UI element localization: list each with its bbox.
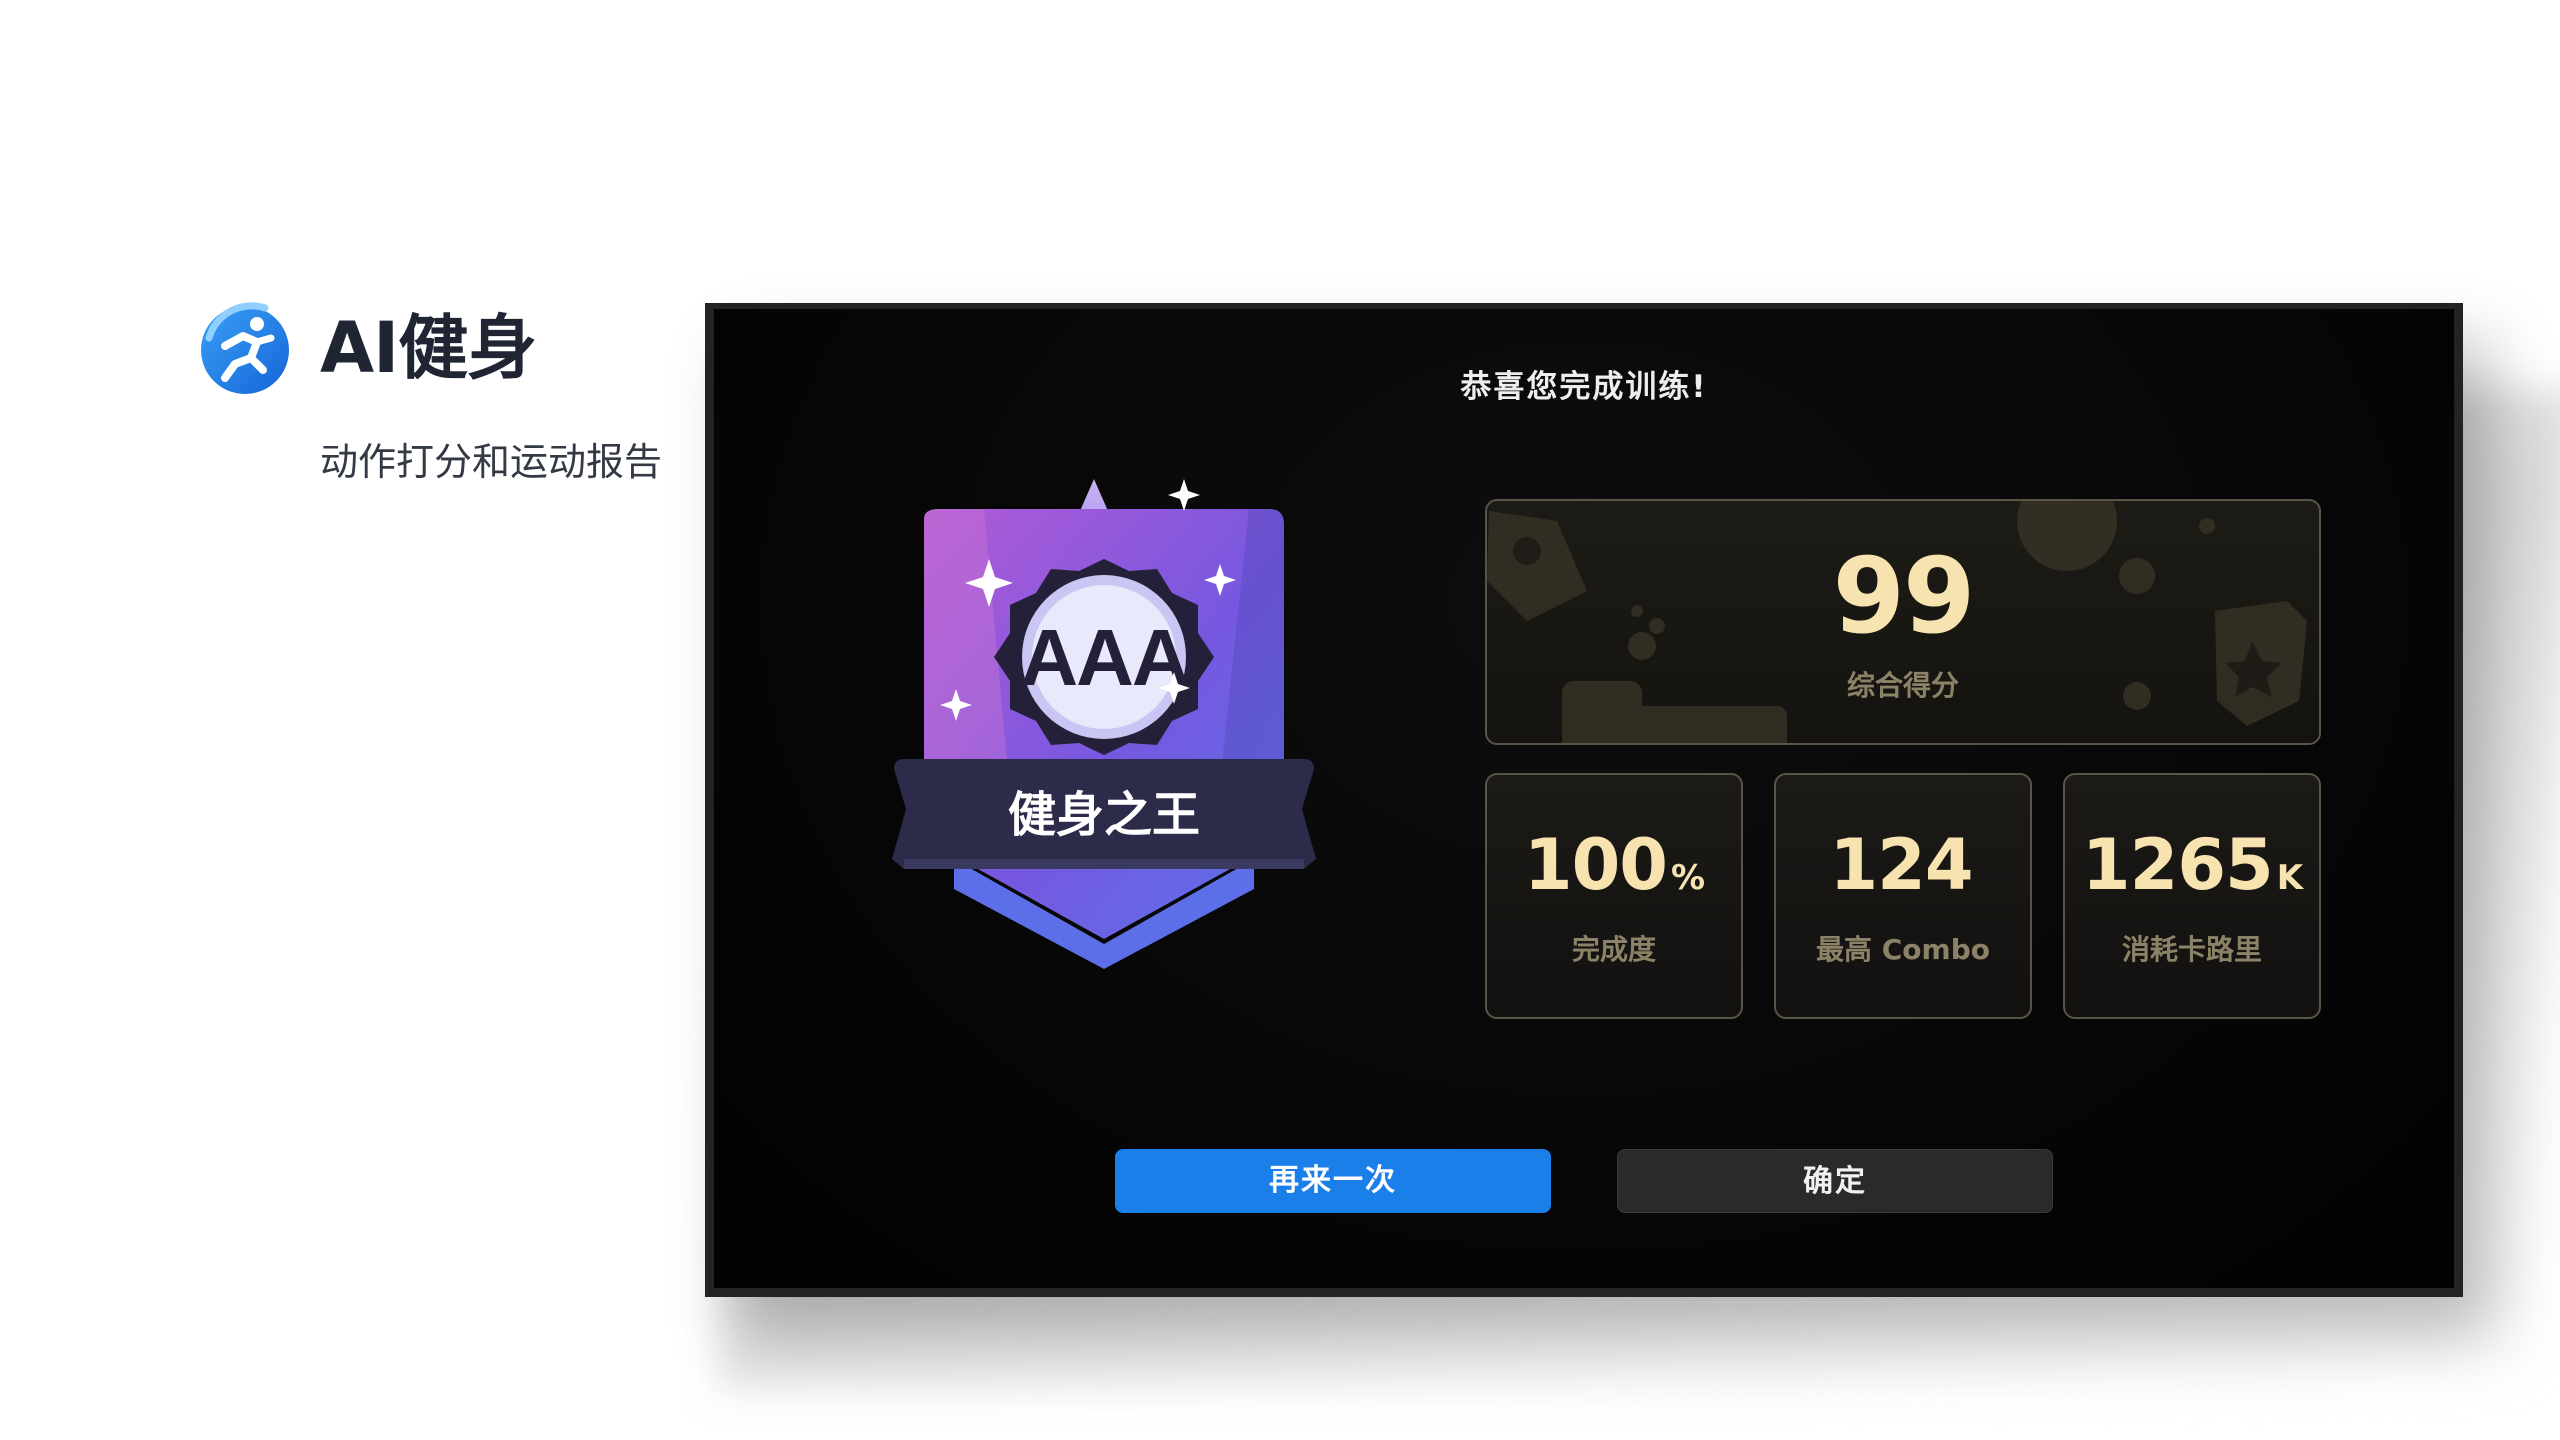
app-subtitle: 动作打分和运动报告	[320, 440, 663, 484]
total-score-card: 99 综合得分	[1485, 499, 2321, 745]
retry-button[interactable]: 再来一次	[1115, 1149, 1551, 1213]
tv-device: 恭喜您完成训练! AAA 健身之王 99 综合得分 100 % 完成度 124 …	[705, 303, 2463, 1297]
max-combo-card: 124 最高 Combo	[1774, 773, 2032, 1019]
completion-unit: %	[1671, 858, 1705, 898]
completion-card: 100% 完成度	[1485, 773, 1743, 1019]
achievement-badge: AAA 健身之王	[892, 479, 1316, 969]
max-combo-value: 124	[1829, 824, 1973, 906]
congrats-title: 恭喜您完成训练!	[1460, 369, 1708, 405]
app-title: AI健身	[320, 307, 537, 389]
calories-card: 1265 K 消耗卡路里	[2063, 773, 2321, 1019]
result-screen: 恭喜您完成训练! AAA 健身之王 99 综合得分 100 % 完成度 124 …	[714, 309, 2454, 1288]
completion-label: 完成度	[1571, 933, 1656, 966]
total-score-value: 99	[1832, 535, 1976, 657]
completion-value: 100%	[1523, 824, 1705, 906]
calories-unit: K	[2276, 858, 2303, 898]
running-person-icon	[201, 302, 289, 394]
calories-label: 消耗卡路里	[2121, 933, 2262, 966]
badge-title: 健身之王	[1008, 787, 1200, 843]
confirm-button[interactable]: 确定	[1617, 1149, 2053, 1213]
max-combo-label: 最高 Combo	[1816, 933, 1990, 966]
total-score-label: 综合得分	[1846, 669, 1959, 702]
calories-value: 1265 K	[2081, 824, 2303, 906]
